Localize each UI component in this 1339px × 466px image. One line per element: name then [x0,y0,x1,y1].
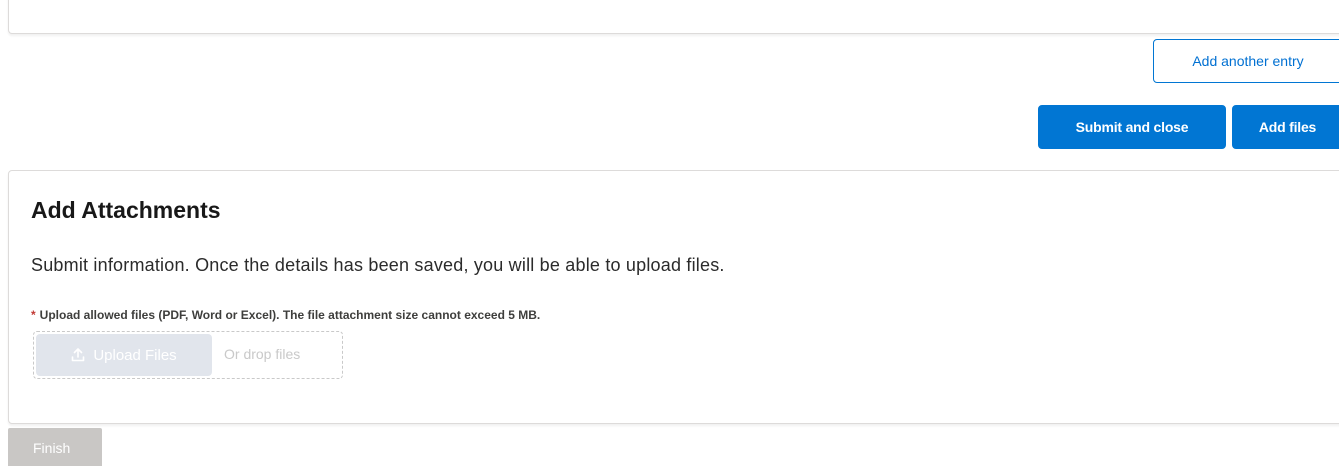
add-files-button[interactable]: Add files [1232,105,1339,149]
required-marker: * [31,308,36,322]
file-requirements: * Upload allowed files (PDF, Word or Exce… [31,308,540,322]
submit-and-close-button[interactable]: Submit and close [1038,105,1226,149]
upload-icon [71,348,85,362]
attachments-description: Submit information. Once the details has… [31,255,725,275]
upload-files-label: Upload Files [93,346,177,364]
previous-section-card [8,0,1339,34]
file-requirements-text: Upload allowed files (PDF, Word or Excel… [39,308,541,322]
upload-files-button[interactable]: Upload Files [36,334,212,376]
attachments-title: Add Attachments [31,197,221,223]
file-dropzone[interactable]: Upload Files Or drop files [33,331,343,379]
drop-files-hint: Or drop files [224,346,301,362]
attachments-card: Add Attachments Submit information. Once… [8,170,1339,424]
finish-button[interactable]: Finish [8,428,102,466]
page: Add another entry Submit and close Add f… [0,0,1339,466]
add-another-entry-button[interactable]: Add another entry [1153,39,1339,83]
